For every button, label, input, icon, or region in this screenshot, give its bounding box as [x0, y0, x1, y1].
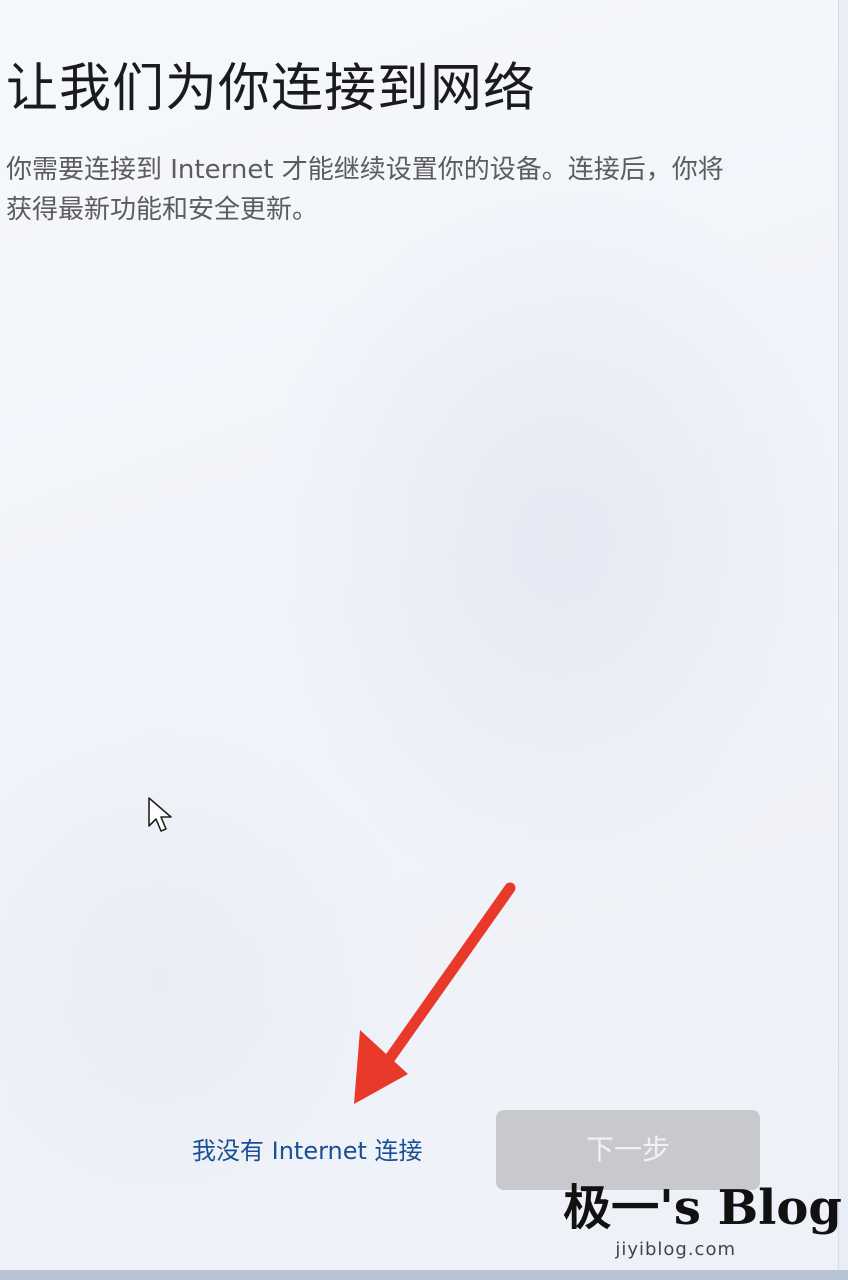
page-title: 让我们为你连接到网络: [6, 58, 537, 119]
red-arrow-icon: [354, 882, 516, 1104]
bottom-border: [0, 1270, 848, 1280]
page-description: 你需要连接到 Internet 才能继续设置你的设备。连接后，你将获得最新功能和…: [6, 155, 724, 225]
oobe-network-panel: 让我们为你连接到网络 你需要连接到 Internet 才能继续设置你的设备。连接…: [0, 0, 839, 1270]
watermark: 极一's Blog jiyiblog.com: [563, 1178, 842, 1262]
no-internet-link[interactable]: 我没有 Internet 连接: [192, 1134, 423, 1168]
mouse-pointer-icon: [148, 797, 172, 832]
watermark-brand: 极一's Blog: [563, 1180, 842, 1236]
watermark-url: jiyiblog.com: [615, 1239, 736, 1260]
